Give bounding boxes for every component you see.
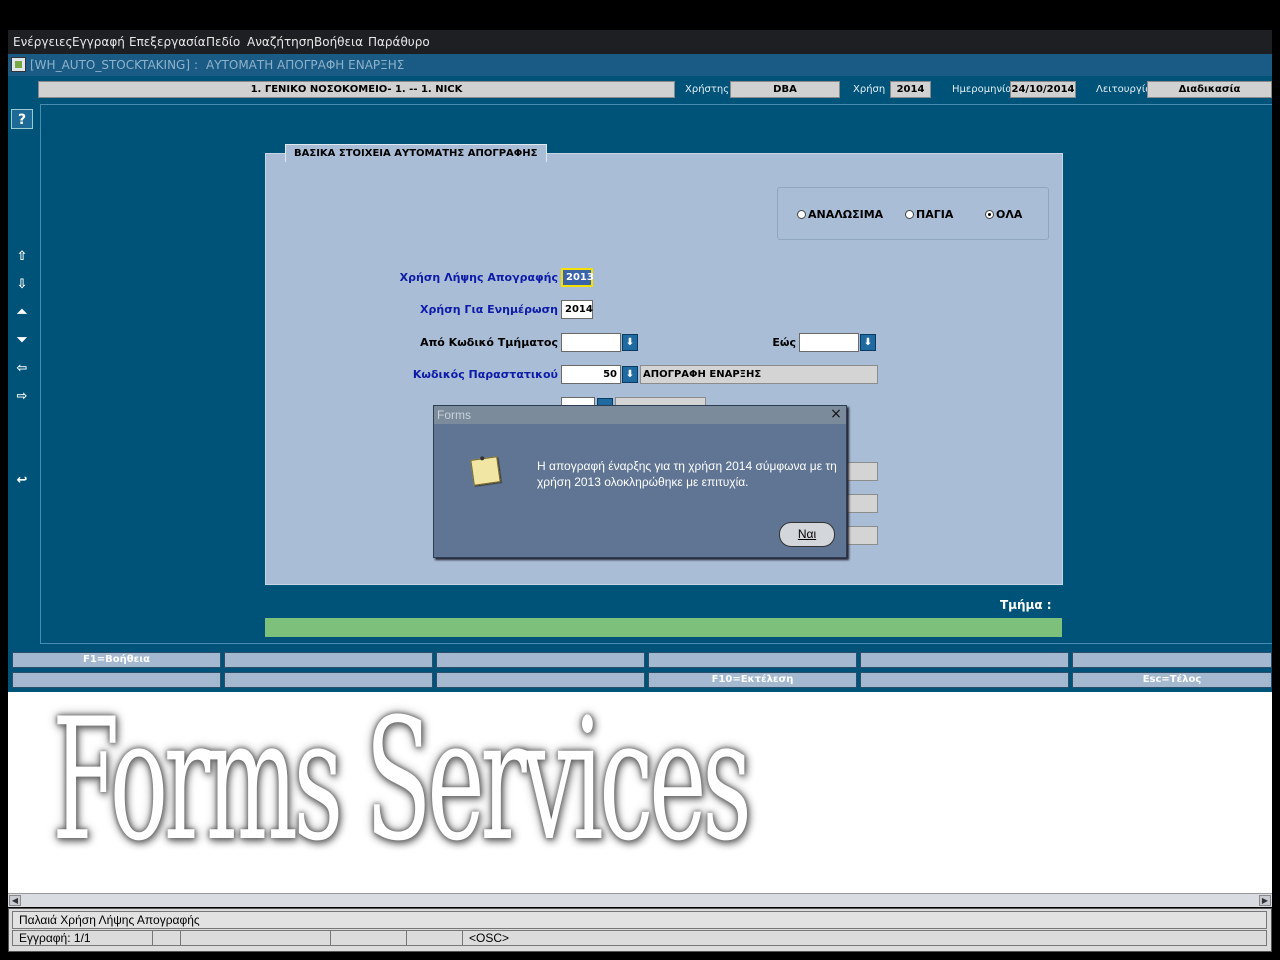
note-icon [470, 456, 501, 486]
dialog-title-bar[interactable]: Forms [434, 406, 846, 424]
radio-dot[interactable] [905, 210, 914, 219]
target-year-label: Χρήση Για Ενημέρωση [420, 303, 558, 316]
mode-indicator: <OSC> [469, 931, 510, 945]
last-record-icon[interactable]: ⇩ [11, 275, 33, 295]
organization-field: 1. ΓΕΝΙΚΟ ΝΟΣΟΚΟΜΕΙΟ- 1. -- 1. NICK [38, 81, 675, 98]
dialog-message: Η απογραφή έναρξης για τη χρήση 2014 σύμ… [537, 459, 837, 489]
previous-block-icon[interactable]: ⇦ [11, 359, 33, 379]
close-icon[interactable]: × [829, 407, 843, 422]
fkey-empty[interactable] [436, 652, 645, 668]
forms-services-watermark: Forms Services [52, 682, 752, 878]
previous-record-icon[interactable]: ⏶ [11, 303, 33, 323]
radio-fixed-assets[interactable]: ΠΑΓΙΑ [905, 208, 953, 221]
radio-dot-selected[interactable] [985, 210, 994, 219]
menu-window[interactable]: Παράθυρο [368, 35, 430, 49]
panel-title: ΒΑΣΙΚΑ ΣΤΟΙΧΕΙΑ ΑΥΤΟΜΑΤΗΣ ΑΠΟΓΡΑΦΗΣ [285, 144, 547, 162]
menu-help[interactable]: Βοήθεια [314, 35, 363, 49]
user-label: Χρήστης [685, 84, 730, 95]
alert-dialog: Forms × Η απογραφή έναρξης για τη χρήση … [433, 405, 847, 558]
dept-from-label: Από Κωδικό Τμήματος [420, 336, 558, 349]
window-title: ΑΥΤΟΜΑΤΗ ΑΠΟΓΡΑΦΗ ΕΝΑΡΞΗΣ [206, 58, 405, 72]
status-cell [407, 931, 463, 945]
undo-icon[interactable]: ↩ [11, 471, 33, 491]
radio-all[interactable]: ΟΛΑ [985, 208, 1022, 221]
ok-button[interactable]: Ναι [779, 522, 835, 547]
menu-field[interactable]: Πεδίο [206, 35, 240, 49]
fkey-empty[interactable] [860, 652, 1069, 668]
radio-fixed-assets-label: ΠΑΓΙΑ [916, 208, 954, 221]
fkey-esc-exit[interactable]: Esc=Τέλος [1072, 672, 1272, 688]
source-year-label: Χρήση Λήψης Απογραφής [399, 271, 558, 284]
radio-dot[interactable] [797, 210, 806, 219]
screen-top-border [0, 0, 1280, 30]
function-field: Διαδικασία [1147, 81, 1272, 98]
record-count: Εγγραφή: 1/1 [13, 931, 153, 945]
date-label: Ημερομηνία [952, 84, 1013, 95]
horizontal-scrollbar[interactable]: ◀ ▶ [8, 893, 1272, 907]
doc-code-label: Κωδικός Παραστατικού [412, 368, 558, 381]
user-field: DBA [730, 81, 840, 98]
title-separator: : [194, 58, 199, 72]
status-cell [181, 931, 331, 945]
progress-bar [265, 618, 1062, 637]
dept-to-input[interactable] [799, 333, 859, 352]
dept-from-input[interactable] [561, 333, 621, 352]
status-line: Εγγραφή: 1/1 <OSC> [12, 930, 1267, 946]
dept-to-label: Εώς [772, 336, 796, 349]
function-label: Λειτουργία [1096, 84, 1152, 95]
fkey-empty[interactable] [648, 652, 857, 668]
target-year-input[interactable]: 2014 [561, 300, 593, 319]
scroll-right-icon[interactable]: ▶ [1259, 895, 1271, 906]
scroll-left-icon[interactable]: ◀ [9, 895, 21, 906]
doc-code-input[interactable]: 50 [561, 365, 621, 384]
department-label: Τμήμα : [1000, 598, 1052, 612]
window-title-bar: [WH_AUTO_STOCKTAKING] : ΑΥΤΟΜΑΤΗ ΑΠΟΓΡΑΦ… [8, 54, 1272, 76]
fkey-empty[interactable] [860, 672, 1069, 688]
status-message: Παλαιά Χρήση Λήψης Απογραφής [12, 911, 1267, 929]
dept-from-lov-icon[interactable]: ⬇ [622, 334, 638, 351]
fkey-f1-help[interactable]: F1=Βοήθεια [12, 652, 221, 668]
radio-all-label: ΟΛΑ [996, 208, 1023, 221]
next-record-icon[interactable]: ⏷ [11, 331, 33, 351]
radio-consumables-label: ΑΝΑΛΩΣΙΜΑ [808, 208, 884, 221]
dialog-title: Forms [437, 408, 471, 422]
menu-record[interactable]: Εγγραφή [72, 35, 125, 49]
fkey-empty[interactable] [1072, 652, 1272, 668]
doc-description-field: ΑΠΟΓΡΑΦΗ ΕΝΑΡΞΗΣ [640, 365, 878, 384]
menu-actions[interactable]: Ενέργειες [13, 35, 73, 49]
status-cell [331, 931, 407, 945]
form-code: [WH_AUTO_STOCKTAKING] [30, 58, 191, 72]
year-field: 2014 [890, 81, 931, 98]
help-button[interactable]: ? [11, 109, 33, 129]
status-cell [153, 931, 181, 945]
first-record-icon[interactable]: ⇧ [11, 247, 33, 267]
fkey-empty[interactable] [224, 652, 433, 668]
menu-query[interactable]: Αναζήτηση [247, 35, 314, 49]
dept-to-lov-icon[interactable]: ⬇ [860, 334, 876, 351]
source-year-input[interactable]: 2013 [561, 268, 594, 287]
doc-code-lov-icon[interactable]: ⬇ [622, 366, 638, 383]
menu-edit[interactable]: Επεξεργασία [129, 35, 206, 49]
radio-consumables[interactable]: ΑΝΑΛΩΣΙΜΑ [797, 208, 883, 221]
next-block-icon[interactable]: ⇨ [11, 387, 33, 407]
status-bar: Παλαιά Χρήση Λήψης Απογραφής Εγγραφή: 1/… [8, 908, 1272, 952]
date-field: 24/10/2014 [1010, 81, 1076, 98]
form-window-icon[interactable] [11, 57, 26, 72]
menu-bar: Ενέργειες Εγγραφή Επεξεργασία Πεδίο Αναζ… [8, 30, 1272, 54]
year-label: Χρήση [853, 84, 886, 95]
